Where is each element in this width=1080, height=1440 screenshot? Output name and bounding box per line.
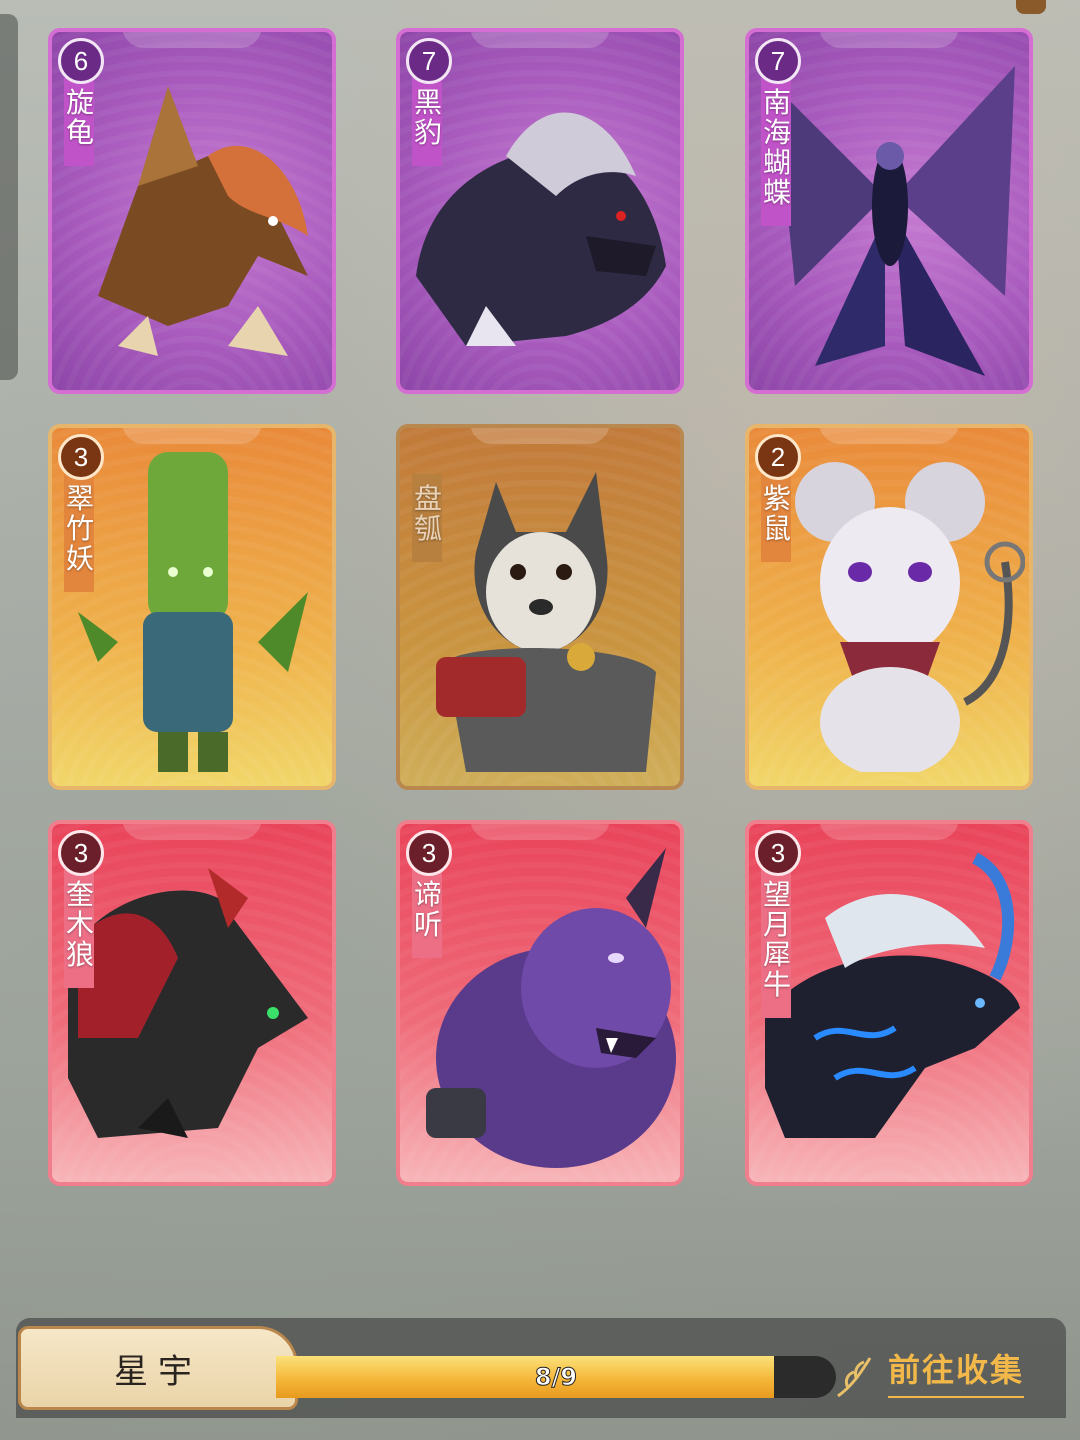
beast-bamboo-icon xyxy=(58,442,328,772)
beast-lion-icon xyxy=(406,838,676,1168)
cloud-ornament xyxy=(470,428,610,444)
beast-card[interactable]: 谛听 3 xyxy=(396,820,684,1186)
cloud-ornament xyxy=(470,824,610,840)
cloud-ornament xyxy=(819,428,959,444)
beast-card[interactable]: 盘瓠 xyxy=(396,424,684,790)
beast-count-badge: 2 xyxy=(755,434,801,480)
cloud-ornament xyxy=(122,32,262,48)
beast-name-label: 奎木狼 xyxy=(64,870,94,988)
beast-bird-icon xyxy=(58,46,328,376)
beast-card[interactable]: 翠竹妖 3 xyxy=(48,424,336,790)
cloud-ornament xyxy=(819,32,959,48)
side-panel-tab[interactable] xyxy=(0,14,18,380)
corner-ornament xyxy=(1016,0,1046,14)
collection-progress-text: 8/9 xyxy=(534,1363,578,1392)
cloud-ornament xyxy=(122,824,262,840)
beast-count-badge: 7 xyxy=(406,38,452,84)
beast-dog-icon xyxy=(406,442,676,772)
goto-collect-link[interactable]: 前往收集 xyxy=(888,1350,1025,1398)
beast-card[interactable]: 奎木狼 3 xyxy=(48,820,336,1186)
beast-card[interactable]: 紫鼠 2 xyxy=(745,424,1033,790)
beast-count-badge: 3 xyxy=(755,830,801,876)
beast-name-label: 紫鼠 xyxy=(761,474,791,562)
beast-butterfly-icon xyxy=(755,46,1025,376)
beast-card[interactable]: 旋龟 6 xyxy=(48,28,336,394)
beast-panther-icon xyxy=(406,46,676,376)
cloud-ornament xyxy=(470,32,610,48)
beast-mouse-icon xyxy=(755,442,1025,772)
beast-name-label: 翠竹妖 xyxy=(64,474,94,592)
beast-count-badge: 3 xyxy=(406,830,452,876)
beast-name-label: 旋龟 xyxy=(64,78,94,166)
beast-count-badge: 3 xyxy=(58,830,104,876)
cloud-ornament xyxy=(122,428,262,444)
beast-name-label: 谛听 xyxy=(412,870,442,958)
beast-count-badge: 6 xyxy=(58,38,104,84)
beast-rhino-icon xyxy=(755,838,1025,1168)
cloud-ornament xyxy=(819,824,959,840)
beast-wolf-icon xyxy=(58,838,328,1168)
collection-name-label: 星宇 xyxy=(18,1326,298,1410)
wheat-icon xyxy=(837,1357,872,1398)
beast-count-badge: 3 xyxy=(58,434,104,480)
beast-name-label: 盘瓠 xyxy=(412,474,442,562)
beast-name-label: 南海蝴蝶 xyxy=(761,78,791,226)
beast-card[interactable]: 南海蝴蝶 7 xyxy=(745,28,1033,394)
beast-name-label: 望月犀牛 xyxy=(761,870,791,1018)
beast-count-badge: 7 xyxy=(755,38,801,84)
beast-card[interactable]: 黑豹 7 xyxy=(396,28,684,394)
beast-name-label: 黑豹 xyxy=(412,78,442,166)
beast-card[interactable]: 望月犀牛 3 xyxy=(745,820,1033,1186)
